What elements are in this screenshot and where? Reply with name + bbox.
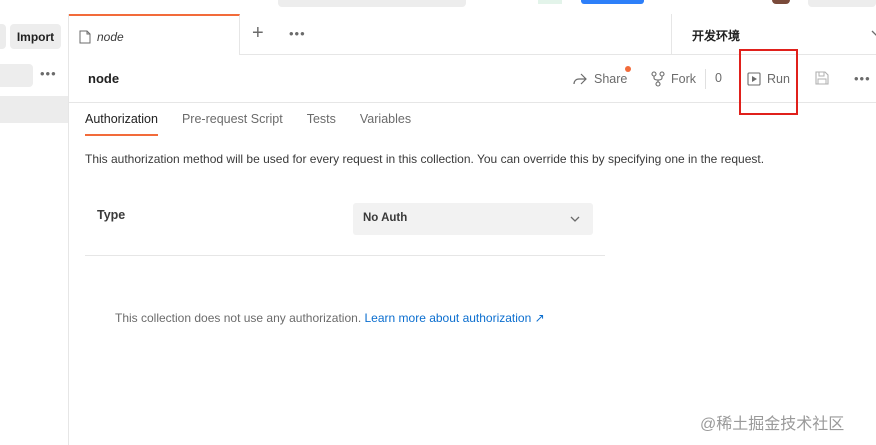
- share-button[interactable]: Share: [572, 69, 627, 89]
- fork-button[interactable]: Fork: [651, 69, 696, 89]
- divider: [85, 255, 605, 256]
- auth-info: This collection does not use any authori…: [115, 311, 545, 325]
- auth-description: This authorization method will be used f…: [85, 152, 765, 166]
- import-button[interactable]: Import: [10, 24, 61, 49]
- save-icon[interactable]: [814, 70, 830, 86]
- run-highlight-box: [739, 49, 798, 115]
- status-indicator: [538, 0, 562, 4]
- share-icon: [573, 73, 587, 85]
- share-label: Share: [594, 72, 628, 86]
- tab-authorization[interactable]: Authorization: [85, 112, 158, 136]
- more-options-icon[interactable]: •••: [854, 71, 871, 86]
- sidebar-more-icon[interactable]: •••: [40, 66, 57, 81]
- tab-tests[interactable]: Tests: [307, 112, 336, 136]
- auth-type-value: No Auth: [363, 212, 408, 224]
- tab-collection-node[interactable]: node: [69, 14, 240, 55]
- watermark: @稀土掘金技术社区: [700, 416, 845, 433]
- notification-dot: [625, 66, 631, 72]
- auth-type-select[interactable]: No Auth: [353, 203, 593, 235]
- tab-label: node: [97, 30, 124, 44]
- new-button[interactable]: [0, 24, 6, 49]
- search-bar[interactable]: [278, 0, 466, 7]
- fork-count[interactable]: 0: [715, 71, 722, 85]
- auth-info-text: This collection does not use any authori…: [115, 311, 362, 325]
- chevron-down-icon: [871, 30, 876, 36]
- divider: [705, 69, 706, 89]
- collection-icon: [79, 30, 91, 44]
- tab-pre-request-script[interactable]: Pre-request Script: [182, 112, 283, 136]
- toolbar-button[interactable]: [808, 0, 876, 7]
- add-tab-icon[interactable]: +: [252, 23, 264, 43]
- environment-label: 开发环境: [692, 29, 741, 43]
- page-title: node: [88, 71, 120, 86]
- chevron-down-icon: [570, 216, 580, 222]
- sidebar-item-selected[interactable]: [0, 96, 68, 123]
- tab-more-icon[interactable]: •••: [289, 26, 306, 41]
- tab-variables[interactable]: Variables: [360, 112, 411, 136]
- avatar[interactable]: [772, 0, 790, 4]
- settings-tabs: Authorization Pre-request Script Tests V…: [85, 112, 435, 136]
- sidebar-filter-input[interactable]: [0, 64, 33, 87]
- learn-more-link[interactable]: Learn more about authorization ↗: [365, 311, 545, 325]
- fork-icon: [651, 71, 665, 87]
- upgrade-button[interactable]: [581, 0, 644, 4]
- top-toolbar: [0, 0, 876, 14]
- fork-label: Fork: [671, 72, 696, 86]
- sidebar: Import •••: [0, 14, 69, 445]
- auth-type-label: Type: [97, 208, 126, 222]
